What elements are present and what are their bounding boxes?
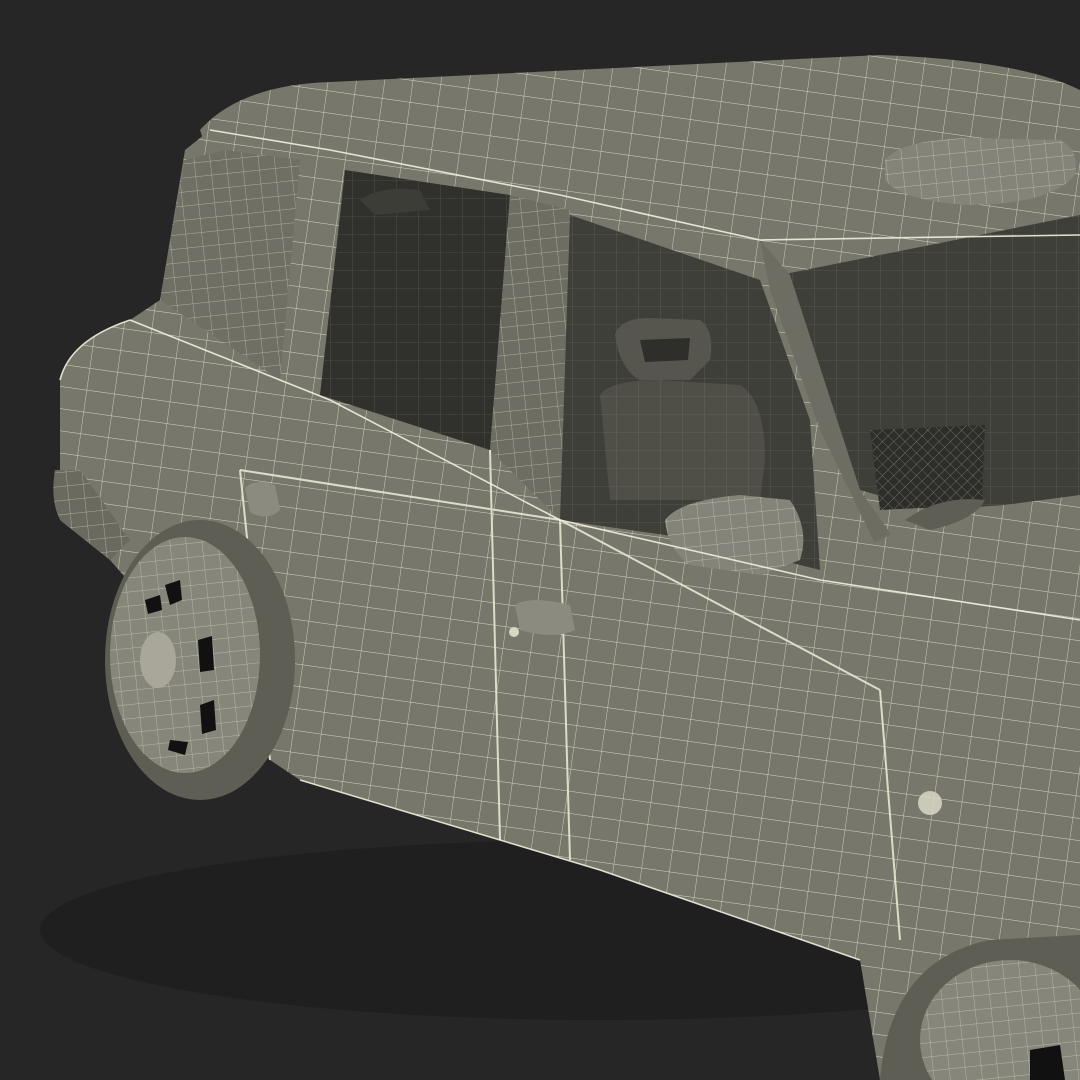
front-door-handle [509, 600, 575, 637]
wheel-hole [198, 636, 214, 672]
wheel-hole [200, 700, 216, 734]
fuel-cap [918, 791, 942, 815]
render-viewport [0, 0, 1080, 1080]
car-model-render [0, 0, 1080, 1080]
rear-door-handle [245, 482, 280, 517]
rear-wheel [105, 520, 295, 800]
